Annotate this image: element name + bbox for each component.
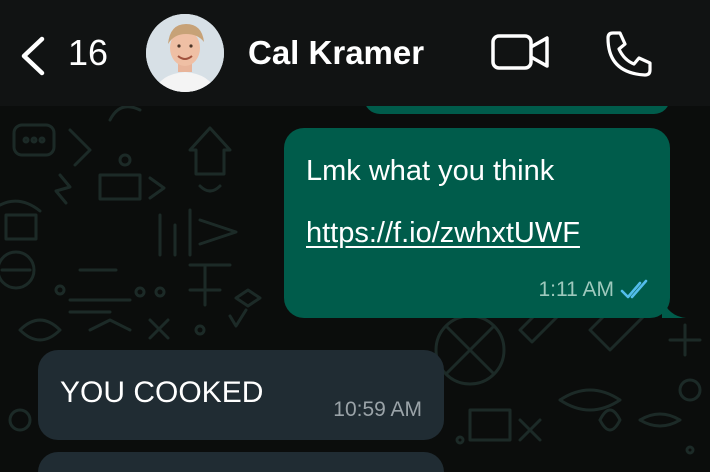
phone-icon bbox=[606, 31, 652, 77]
message-time: 1:11 AM bbox=[538, 278, 615, 301]
message-text: Lmk what you think bbox=[306, 155, 555, 187]
next-message-bubble bbox=[38, 452, 444, 472]
video-camera-icon bbox=[491, 34, 549, 70]
back-button[interactable]: 16 bbox=[12, 24, 112, 82]
voice-call-button[interactable] bbox=[600, 28, 652, 78]
chevron-left-icon bbox=[21, 36, 45, 76]
message-text: YOU COOKED bbox=[60, 376, 264, 409]
video-call-button[interactable] bbox=[486, 30, 554, 76]
incoming-message-bubble[interactable]: YOU COOKED 10:59 AM bbox=[38, 350, 444, 440]
message-link[interactable]: https://f.io/zwhxtUWF bbox=[306, 216, 580, 250]
outgoing-message-bubble[interactable]: Lmk what you think https://f.io/zwhxtUWF… bbox=[284, 128, 686, 318]
contact-photo bbox=[146, 14, 224, 92]
unread-count: 16 bbox=[68, 32, 109, 73]
avatar[interactable] bbox=[146, 14, 224, 92]
chat-header: 16 Cal Kramer bbox=[0, 0, 710, 106]
message-time: 10:59 AM bbox=[333, 398, 422, 421]
message-meta: 1:11 AM bbox=[539, 278, 653, 302]
double-check-icon bbox=[620, 279, 648, 299]
contact-name[interactable]: Cal Kramer bbox=[248, 34, 424, 72]
bubble-tail bbox=[662, 298, 686, 318]
